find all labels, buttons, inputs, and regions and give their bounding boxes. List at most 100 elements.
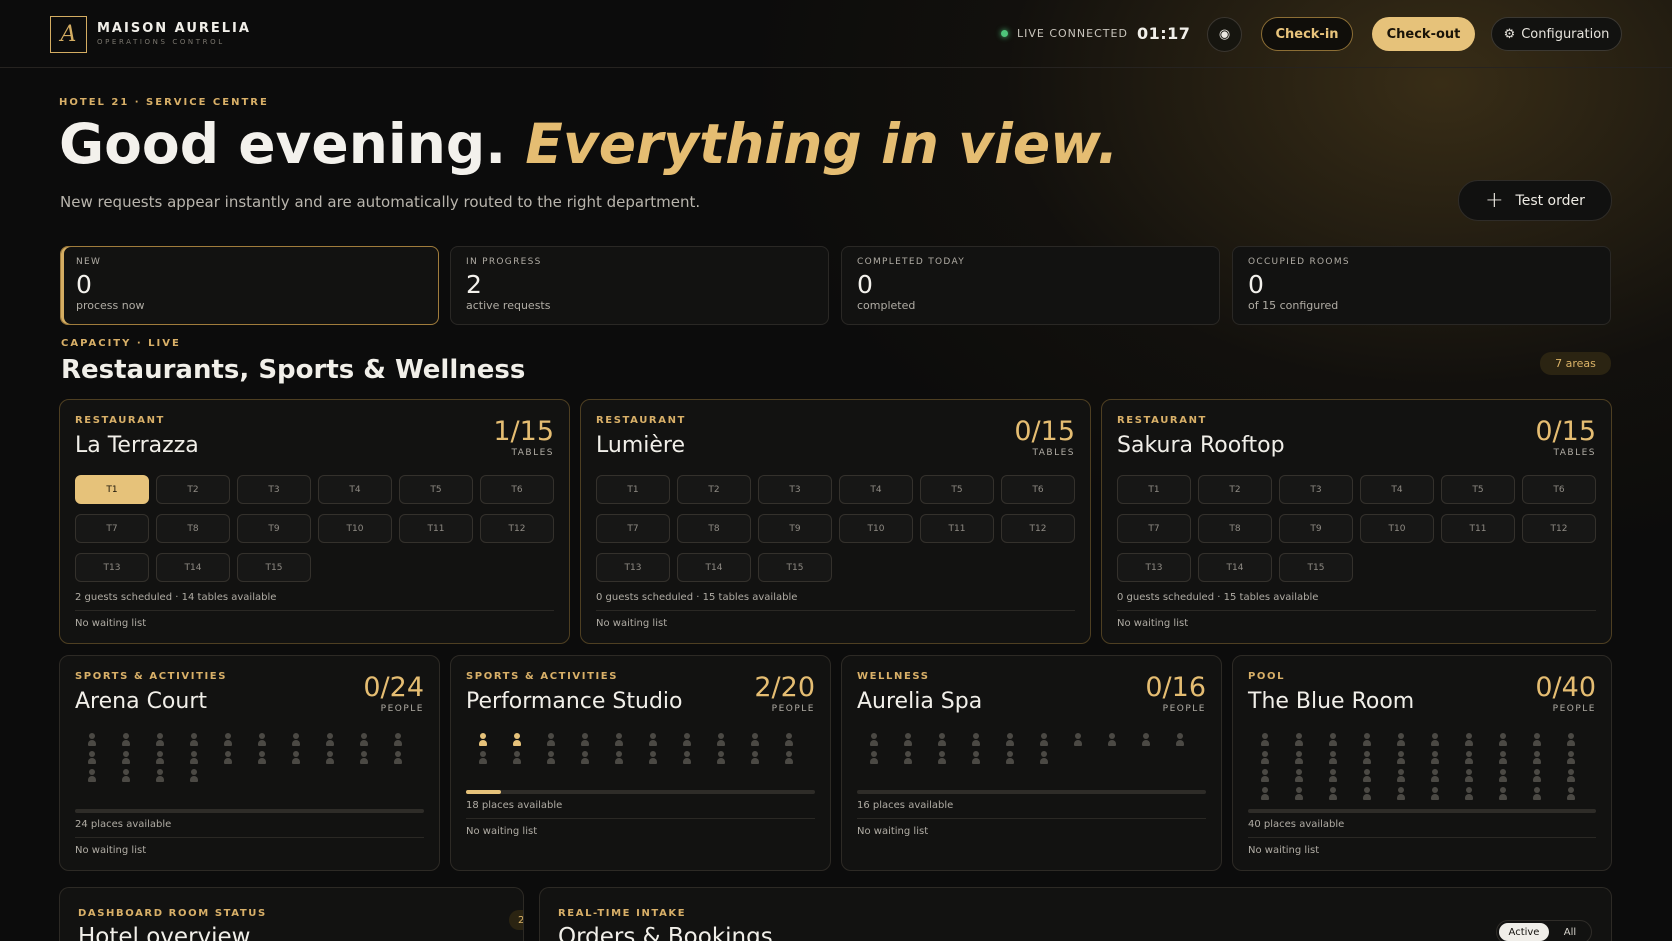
configuration-button[interactable]: ⚙ Configuration [1491,17,1622,51]
check-out-button[interactable]: Check-out [1372,17,1475,51]
table-t13[interactable]: T13 [75,553,149,582]
restaurant-card-sakura-rooftop[interactable]: RESTAURANT Sakura Rooftop 0/15 TABLES T1… [1101,399,1612,644]
person-icon [1384,751,1418,764]
occupancy-bar [75,809,424,813]
card-capacity: 0/16 [1145,672,1206,703]
table-t15[interactable]: T15 [1279,553,1353,582]
theme-icon: ◉ [1218,27,1231,42]
person-icon [670,733,704,746]
table-t12[interactable]: T12 [1522,514,1596,543]
restaurant-card-la-terrazza[interactable]: RESTAURANT La Terrazza 1/15 TABLES T1 T2 T… [59,399,570,644]
separator: · [1217,592,1221,603]
table-t2[interactable]: T2 [156,475,230,504]
table-t9[interactable]: T9 [237,514,311,543]
table-t14[interactable]: T14 [677,553,751,582]
table-t7[interactable]: T7 [75,514,149,543]
table-t5[interactable]: T5 [399,475,473,504]
table-t3[interactable]: T3 [1279,475,1353,504]
stat-card-new[interactable]: NEW 0 process now [60,246,439,325]
person-icon [568,751,602,764]
test-order-label: Test order [1515,192,1585,209]
table-t4[interactable]: T4 [839,475,913,504]
table-t9[interactable]: T9 [1279,514,1353,543]
stat-card-occupied-rooms[interactable]: OCCUPIED ROOMS 0 of 15 configured [1232,246,1611,325]
activity-card-aurelia-spa[interactable]: WELLNESS Aurelia Spa 0/16 PEOPLE 16 plac… [841,655,1222,871]
table-t11[interactable]: T11 [399,514,473,543]
table-t2[interactable]: T2 [1198,475,1272,504]
table-t9[interactable]: T9 [758,514,832,543]
person-icon [1061,733,1095,746]
card-capacity-unit: PEOPLE [380,704,424,714]
table-t15[interactable]: T15 [758,553,832,582]
person-icon [925,751,959,764]
guests-scheduled: 2 guests scheduled [75,592,173,603]
table-t14[interactable]: T14 [156,553,230,582]
person-icon [993,733,1027,746]
activity-card-performance-studio[interactable]: SPORTS & ACTIVITIES Performance Studio 2… [450,655,831,871]
panel-title: Orders & Bookings [558,924,773,941]
card-capacity: 0/24 [363,672,424,703]
stat-value: 0 [76,270,92,299]
table-t11[interactable]: T11 [920,514,994,543]
table-t14[interactable]: T14 [1198,553,1272,582]
table-t12[interactable]: T12 [480,514,554,543]
table-t8[interactable]: T8 [677,514,751,543]
person-icon [109,733,143,746]
person-icon [704,733,738,746]
person-icon [1418,787,1452,800]
table-t4[interactable]: T4 [318,475,392,504]
table-t8[interactable]: T8 [1198,514,1272,543]
table-t2[interactable]: T2 [677,475,751,504]
tables-available: 14 tables available [181,592,277,603]
activity-card-arena-court[interactable]: SPORTS & ACTIVITIES Arena Court 0/24 PEO… [59,655,440,871]
person-icon [1452,769,1486,782]
stat-label: COMPLETED TODAY [857,257,966,267]
table-t7[interactable]: T7 [1117,514,1191,543]
active-count-badge: 2 active [509,910,523,930]
clock: 01:17 [1137,24,1191,43]
person-icon [1554,733,1588,746]
page-subtitle: New requests appear instantly and are au… [60,193,701,211]
person-icon [1248,751,1282,764]
table-t15[interactable]: T15 [237,553,311,582]
table-t10[interactable]: T10 [318,514,392,543]
filter-all-button[interactable]: All [1553,923,1587,941]
table-t10[interactable]: T10 [1360,514,1434,543]
person-icon [1452,733,1486,746]
table-t6[interactable]: T6 [1001,475,1075,504]
activity-card-the-blue-room[interactable]: POOL The Blue Room 0/40 PEOPLE 40 places… [1232,655,1612,871]
filter-active-button[interactable]: Active [1499,923,1549,941]
page-title: Good evening. Everything in view. [59,112,1118,176]
person-icon [772,751,806,764]
card-capacity: 0/15 [1014,416,1075,447]
table-t10[interactable]: T10 [839,514,913,543]
person-icon [177,733,211,746]
table-t6[interactable]: T6 [1522,475,1596,504]
table-t1[interactable]: T1 [1117,475,1191,504]
table-t8[interactable]: T8 [156,514,230,543]
person-icon [1129,733,1163,746]
table-t4[interactable]: T4 [1360,475,1434,504]
connection-status-label: LIVE CONNECTED [1017,27,1128,40]
table-t12[interactable]: T12 [1001,514,1075,543]
table-t3[interactable]: T3 [237,475,311,504]
table-t5[interactable]: T5 [920,475,994,504]
table-t7[interactable]: T7 [596,514,670,543]
table-t1[interactable]: T1 [75,475,149,504]
card-availability: 2 guests scheduled · 14 tables available [75,592,276,603]
theme-toggle-button[interactable]: ◉ [1207,17,1242,52]
person-icon [636,733,670,746]
table-t1[interactable]: T1 [596,475,670,504]
table-t3[interactable]: T3 [758,475,832,504]
stat-card-in-progress[interactable]: IN PROGRESS 2 active requests [450,246,829,325]
test-order-button[interactable]: + Test order [1458,180,1612,221]
table-t5[interactable]: T5 [1441,475,1515,504]
person-icon [738,751,772,764]
restaurant-card-lumiere[interactable]: RESTAURANT Lumière 0/15 TABLES T1 T2 T3 T4 T… [580,399,1091,644]
table-t6[interactable]: T6 [480,475,554,504]
check-in-button[interactable]: Check-in [1261,17,1353,51]
table-t13[interactable]: T13 [596,553,670,582]
table-t13[interactable]: T13 [1117,553,1191,582]
table-t11[interactable]: T11 [1441,514,1515,543]
stat-card-completed-today[interactable]: COMPLETED TODAY 0 completed [841,246,1220,325]
